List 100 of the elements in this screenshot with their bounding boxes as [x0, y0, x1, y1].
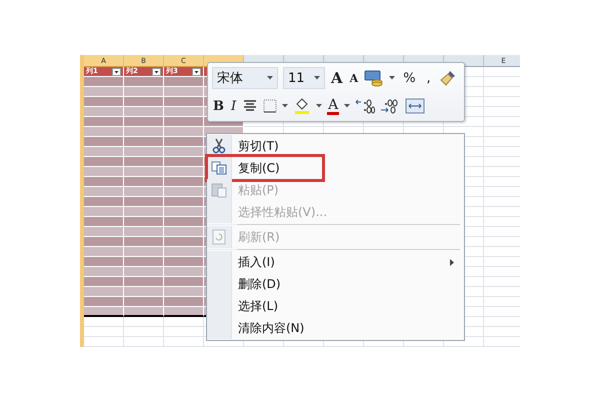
table-cell [164, 77, 204, 87]
table-cell [164, 287, 204, 297]
table-cell [124, 147, 164, 157]
table-cell [84, 307, 124, 317]
table-cell [124, 117, 164, 127]
coins-icon[interactable] [364, 69, 384, 87]
font-size-dropdown[interactable]: 11 [283, 67, 325, 89]
table-cell [164, 257, 204, 267]
filter-dropdown-icon[interactable] [152, 68, 161, 76]
caret-icon[interactable] [389, 76, 396, 80]
bold-button[interactable]: B [212, 98, 225, 114]
table-cell [84, 107, 124, 117]
copy-icon [211, 161, 227, 175]
table-cell [84, 147, 124, 157]
font-name-dropdown[interactable]: 宋体 [212, 67, 278, 89]
table-cell [164, 337, 204, 347]
clipboard-icon [211, 182, 227, 198]
table-cell [124, 97, 164, 107]
table-cell [124, 227, 164, 237]
table-cell [124, 297, 164, 307]
table-cell [164, 317, 204, 327]
table-cell [84, 267, 124, 277]
table-cell [164, 277, 204, 287]
table-cell [124, 267, 164, 277]
table-cell [164, 87, 204, 97]
table-cell [84, 247, 124, 257]
border-icon[interactable] [263, 99, 278, 113]
table-cell [164, 137, 204, 147]
refresh-icon [212, 229, 226, 245]
table-cell [84, 327, 124, 337]
table-cell [124, 177, 164, 187]
decrease-decimal-icon[interactable] [380, 98, 400, 114]
caret-icon[interactable] [316, 104, 322, 108]
format-button[interactable]: , [424, 70, 434, 86]
table-cell [124, 167, 164, 177]
filter-dropdown-icon[interactable] [192, 68, 201, 76]
menu-item[interactable]: 选择(L) [207, 295, 464, 317]
table-cell [84, 77, 124, 87]
table-cell [124, 317, 164, 327]
menu-item[interactable]: 复制(C) [207, 157, 464, 179]
increase-decimal-icon[interactable] [355, 98, 376, 114]
table-cell [164, 307, 204, 317]
table-cell [84, 287, 124, 297]
table-cell [164, 97, 204, 107]
table-cell [84, 277, 124, 287]
menu-item[interactable]: 清除内容(N) [207, 317, 464, 339]
table-cell [164, 107, 204, 117]
caret-icon [314, 76, 320, 80]
table-cell [84, 127, 124, 137]
caret-icon[interactable] [344, 104, 350, 108]
table-cell [164, 167, 204, 177]
table-cell [124, 157, 164, 167]
table-cell [164, 217, 204, 227]
menu-item[interactable]: 剪切(T) [207, 135, 464, 157]
table-cell [164, 177, 204, 187]
table-cell [124, 337, 164, 347]
grow-font-button[interactable]: A [330, 69, 344, 87]
table-cell [164, 237, 204, 247]
scissors-icon [212, 138, 226, 154]
align-center-icon[interactable] [242, 99, 258, 113]
menu-item[interactable]: 删除(D) [207, 273, 464, 295]
caret-icon[interactable] [282, 104, 288, 108]
paint-bucket-icon[interactable] [293, 97, 312, 115]
table-cell [164, 127, 204, 137]
font-color-button[interactable]: A [327, 98, 340, 114]
table-cell [124, 287, 164, 297]
merge-cells-icon[interactable] [405, 98, 426, 114]
paintbrush-icon[interactable] [438, 69, 457, 87]
table-cell [164, 157, 204, 167]
table-cell [84, 297, 124, 307]
table-cell [124, 77, 164, 87]
caret-icon [267, 76, 273, 80]
table-cell [124, 257, 164, 267]
format-button[interactable]: % [400, 70, 419, 86]
filter-dropdown-icon[interactable] [112, 68, 121, 76]
table-cell [84, 337, 124, 347]
table-cell [124, 197, 164, 207]
table-cell [164, 187, 204, 197]
shrink-font-button[interactable]: A [348, 72, 360, 84]
table-cell [84, 237, 124, 247]
table-cell [164, 247, 204, 257]
table-cell [124, 107, 164, 117]
table-cell [84, 157, 124, 167]
table-cell [124, 127, 164, 137]
table-cell [164, 197, 204, 207]
table-cell [84, 177, 124, 187]
table-cell [124, 327, 164, 337]
table-cell [124, 247, 164, 257]
table-cell [124, 307, 164, 317]
menu-item[interactable]: 插入(I) [207, 251, 464, 273]
table-cell [124, 237, 164, 247]
table-cell [124, 217, 164, 227]
table-cell [124, 207, 164, 217]
table-cell [164, 267, 204, 277]
table-cell [124, 137, 164, 147]
table-cell [84, 137, 124, 147]
table-cell [84, 117, 124, 127]
italic-button[interactable]: I [230, 98, 238, 114]
table-cell [124, 187, 164, 197]
table-cell [84, 257, 124, 267]
